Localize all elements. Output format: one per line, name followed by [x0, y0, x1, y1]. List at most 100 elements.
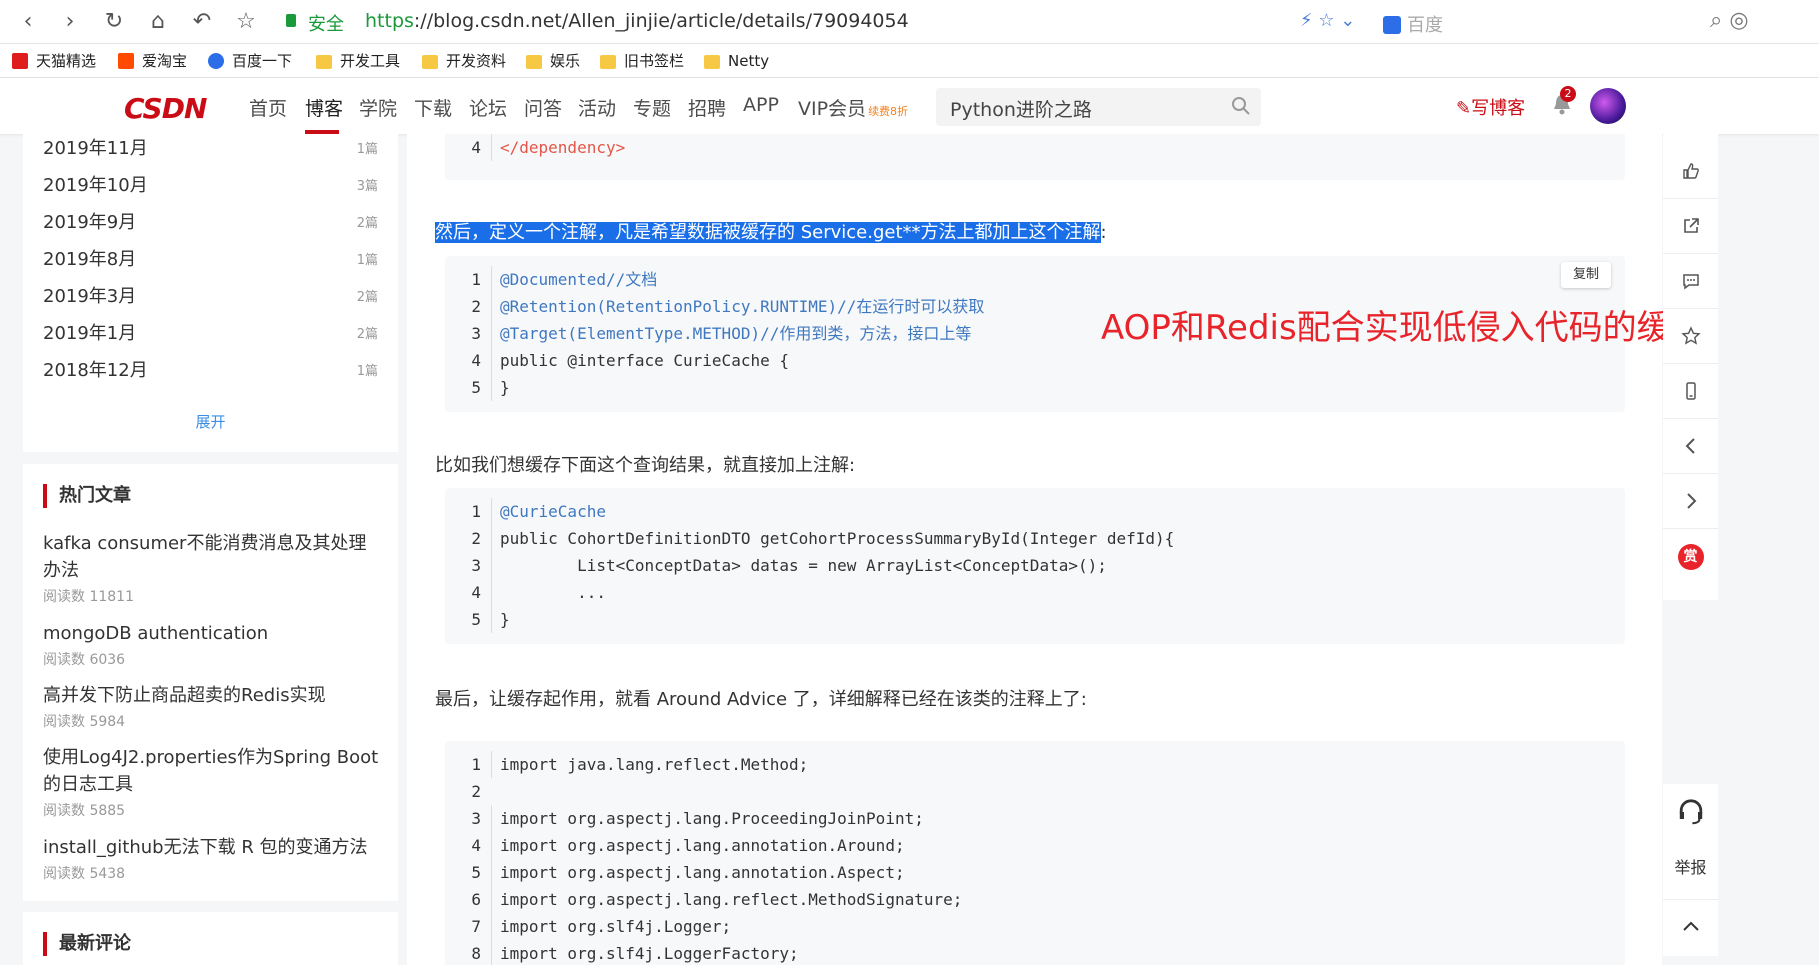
bookmark-label: Netty	[728, 52, 770, 70]
customer-service-button[interactable]	[1663, 784, 1718, 839]
paragraph: 然后，定义一个注解，凡是希望数据被缓存的 Service.get**方法上都加上…	[435, 218, 1107, 244]
hot-article-item[interactable]: 使用Log4J2.properties作为Spring Boot的日志工具 阅读数…	[43, 744, 383, 820]
nav-download[interactable]: 下载	[414, 94, 452, 121]
bookmark-item[interactable]: 娱乐	[526, 50, 580, 72]
undo-icon[interactable]: ↶	[188, 8, 216, 36]
code-text: List<ConceptData> datas = new ArrayList<…	[491, 552, 1107, 579]
like-button[interactable]	[1663, 144, 1718, 199]
nav-jobs[interactable]: 招聘	[688, 94, 726, 121]
bookmark-item[interactable]: 天猫精选	[12, 50, 96, 72]
browser-menu-icons[interactable]: ⌕ ◎	[1710, 8, 1749, 33]
nav-topics[interactable]: 专题	[633, 94, 671, 121]
bookmark-item[interactable]: 爱淘宝	[118, 50, 187, 72]
hot-article-item[interactable]: install_github无法下载 R 包的变通方法阅读数 5438	[43, 834, 383, 883]
reward-button[interactable]: 赏	[1663, 529, 1718, 584]
line-number: 2	[471, 529, 481, 548]
archive-item[interactable]: 2019年8月 1篇	[43, 245, 378, 277]
archive-card: 2019年11月 1篇 2019年10月 3篇 2019年9月 2篇 2019年8月 1…	[23, 134, 398, 452]
expand-archive-link[interactable]: 展开	[23, 411, 398, 432]
code-block: 1 import java.lang.reflect.Method; 2 3 imp…	[445, 741, 1625, 965]
star-icon[interactable]: ☆	[232, 8, 260, 36]
browser-search-box[interactable]: 百度	[1383, 11, 1443, 37]
bookmark-item[interactable]: 开发资料	[422, 50, 506, 72]
home-icon[interactable]: ⌂	[144, 8, 172, 36]
paragraph: 最后，让缓存起作用，就看 Around Advice 了，详细解释已经在该类的注…	[435, 689, 1087, 710]
hot-article-title[interactable]: 使用Log4J2.properties作为Spring Boot的日志工具	[43, 744, 383, 798]
code-line: 4 ...	[445, 579, 606, 606]
reload-icon[interactable]: ↻	[100, 8, 128, 36]
site-search-input[interactable]: Python进阶之路	[936, 88, 1261, 126]
archive-month: 2019年8月	[43, 249, 137, 270]
archive-month: 2019年3月	[43, 286, 137, 307]
bookmark-label: 爱淘宝	[142, 52, 188, 70]
next-article-button[interactable]	[1663, 474, 1718, 529]
archive-item[interactable]: 2018年12月 1篇	[43, 356, 378, 388]
baidu-icon	[208, 53, 224, 69]
avatar[interactable]	[1590, 88, 1626, 124]
hot-article-title[interactable]: install_github无法下载 R 包的变通方法	[43, 834, 383, 861]
archive-item[interactable]: 2019年9月 2篇	[43, 208, 378, 240]
nav-activity[interactable]: 活动	[578, 94, 616, 121]
archive-month: 2019年11月	[43, 138, 148, 159]
report-button[interactable]: 举报	[1663, 854, 1718, 878]
nav-forum[interactable]: 论坛	[469, 94, 507, 121]
bookmark-item[interactable]: Netty	[704, 50, 769, 72]
archive-item[interactable]: 2019年3月 2篇	[43, 282, 378, 314]
nav-academy[interactable]: 学院	[359, 94, 397, 121]
nav-vip[interactable]: VIP会员 续费8折	[798, 94, 908, 121]
nav-qa[interactable]: 问答	[524, 94, 562, 121]
url-scheme: https	[365, 10, 414, 32]
hot-article-item[interactable]: mongoDB authentication 阅读数 6036	[43, 620, 383, 669]
address-bar[interactable]: https://blog.csdn.net/Allen_jinjie/artic…	[365, 10, 909, 32]
line-number: 4	[471, 138, 481, 157]
line-number: 8	[471, 944, 481, 963]
comment-button[interactable]	[1663, 254, 1718, 309]
code-text: public @interface CurieCache {	[491, 347, 789, 374]
hot-article-item[interactable]: kafka consumer不能消费消息及其处理办法 阅读数 11811	[43, 530, 383, 606]
code-block: 4 </dependency>	[445, 134, 1625, 180]
line-number: 3	[471, 809, 481, 828]
forward-icon[interactable]: ›	[56, 8, 84, 36]
code-line: 4 </dependency>	[445, 134, 625, 161]
bookmark-label: 天猫精选	[36, 52, 97, 70]
share-button[interactable]	[1663, 199, 1718, 254]
favorite-button[interactable]	[1663, 309, 1718, 364]
code-line: 5}	[445, 374, 510, 401]
line-number: 5	[471, 378, 481, 397]
mobile-view-button[interactable]	[1663, 364, 1718, 419]
archive-count: 1篇	[356, 364, 378, 379]
bookmark-star-icon[interactable]: ⚡ ☆ ⌄	[1300, 10, 1355, 31]
nav-app[interactable]: APP	[743, 94, 779, 116]
hot-article-title[interactable]: kafka consumer不能消费消息及其处理办法	[43, 530, 383, 584]
nav-vip-label: VIP会员	[798, 98, 867, 120]
comment-icon	[1682, 274, 1699, 290]
nav-home[interactable]: 首页	[249, 94, 287, 121]
bookmark-item[interactable]: 开发工具	[316, 50, 400, 72]
bookmark-item[interactable]: 百度一下	[208, 50, 292, 72]
archive-item[interactable]: 2019年10月 3篇	[43, 171, 378, 203]
nav-blog[interactable]: 博客	[305, 94, 343, 121]
hot-article-title[interactable]: 高并发下防止商品超卖的Redis实现	[43, 682, 383, 709]
article-toolbar: 赏	[1663, 134, 1718, 600]
line-number: 2	[471, 297, 481, 316]
bookmark-label: 开发资料	[446, 52, 507, 70]
bookmark-item[interactable]: 旧书签栏	[600, 50, 684, 72]
code-text: import org.slf4j.LoggerFactory;	[491, 940, 799, 965]
archive-month: 2018年12月	[43, 360, 148, 381]
folder-icon	[704, 55, 720, 69]
write-blog-button[interactable]: ✎写博客	[1456, 94, 1525, 120]
latest-comments-card: 最新评论	[23, 912, 398, 965]
hot-article-title[interactable]: mongoDB authentication	[43, 620, 383, 647]
copy-button[interactable]: 复制	[1561, 262, 1611, 288]
folder-icon	[600, 55, 616, 69]
folder-icon	[422, 55, 438, 69]
back-icon[interactable]: ‹	[14, 8, 42, 36]
archive-item[interactable]: 2019年1月 2篇	[43, 319, 378, 351]
csdn-logo[interactable]: CSDN	[124, 92, 207, 125]
archive-item[interactable]: 2019年11月 1篇	[43, 134, 378, 166]
prev-article-button[interactable]	[1663, 419, 1718, 474]
hot-article-item[interactable]: 高并发下防止商品超卖的Redis实现 阅读数 5984	[43, 682, 383, 731]
search-icon[interactable]	[1231, 96, 1251, 116]
read-count: 阅读数 5438	[43, 866, 126, 882]
back-to-top-button[interactable]	[1663, 899, 1718, 954]
